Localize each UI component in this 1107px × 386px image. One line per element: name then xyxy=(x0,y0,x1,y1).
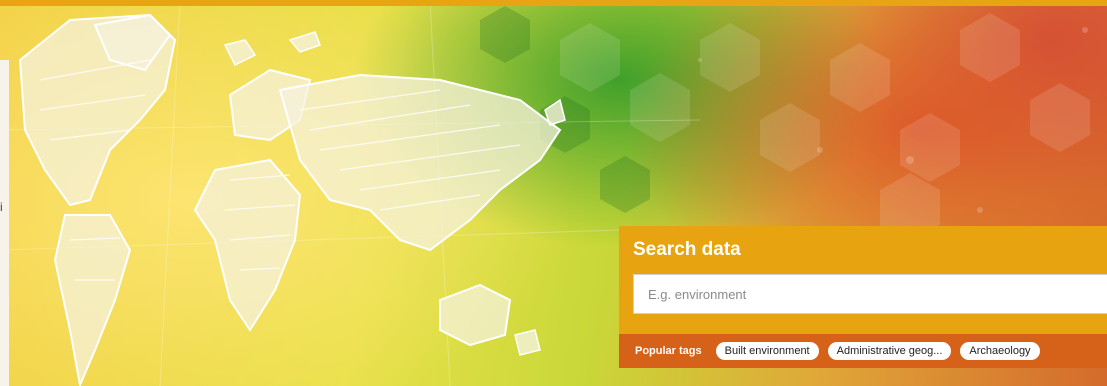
search-panel: Search data Popular tags Built environme… xyxy=(619,226,1107,368)
search-input[interactable] xyxy=(633,274,1107,314)
search-header: Search data xyxy=(619,226,1107,334)
popular-tags-label: Popular tags xyxy=(635,345,702,357)
side-fragment-text: i xyxy=(0,200,3,214)
africa-shape xyxy=(193,158,302,332)
left-edge-fragment: i xyxy=(0,60,9,386)
tag-archaeology[interactable]: Archaeology xyxy=(960,342,1040,360)
australia-shape xyxy=(439,283,512,347)
popular-tags-bar: Popular tags Built environment Administr… xyxy=(619,334,1107,368)
tag-built-environment[interactable]: Built environment xyxy=(715,342,819,360)
top-accent-strip xyxy=(0,0,1107,6)
tag-administrative-geography[interactable]: Administrative geog... xyxy=(827,342,952,360)
search-title: Search data xyxy=(633,239,741,260)
south-america-shape xyxy=(53,214,132,386)
asia-shape xyxy=(278,73,562,252)
